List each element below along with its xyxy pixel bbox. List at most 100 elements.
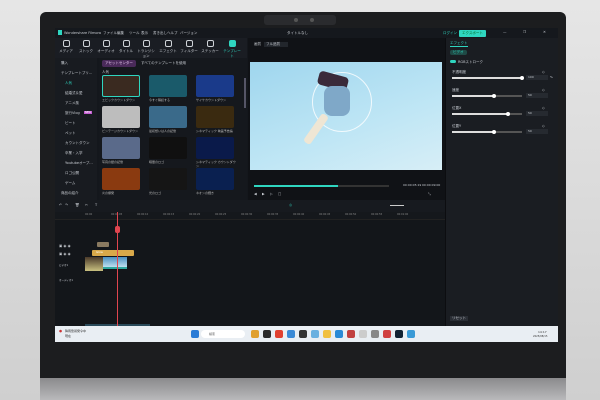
undo-icon[interactable]: ↶	[59, 203, 62, 207]
fullscreen-icon[interactable]: ⤡	[428, 192, 431, 196]
video-clip-2[interactable]	[103, 257, 127, 269]
taskbar-search[interactable]: 検索	[201, 330, 245, 338]
tab-templates[interactable]: テンプレート	[223, 40, 241, 59]
menu-version[interactable]: バージョン	[180, 31, 197, 36]
template-thumbnail[interactable]	[196, 137, 234, 159]
track-controls[interactable]: ▣ ◉ ◉	[59, 252, 71, 256]
effect-toggle[interactable]	[450, 60, 456, 63]
param-value[interactable]: 100	[526, 75, 548, 80]
menu-tools[interactable]: ツール	[129, 31, 140, 36]
param-slider[interactable]	[452, 111, 522, 116]
sidebar-item-wedding[interactable]: 結婚式＆愛	[65, 91, 83, 96]
play-icon[interactable]: ▷	[270, 192, 273, 196]
sidebar-item-youtube-opening[interactable]: Youtubeオープ…	[65, 161, 93, 166]
menu-export[interactable]: 書き出し	[153, 31, 167, 36]
delete-icon[interactable]: 🗑	[75, 203, 79, 207]
taskbar-app-icon[interactable]	[395, 330, 403, 338]
menu-help[interactable]: ヘルプ	[167, 31, 178, 36]
login-link[interactable]: ログイン	[443, 31, 457, 36]
tab-filters[interactable]: フィルター	[180, 40, 198, 54]
taskbar-app-icon[interactable]	[311, 330, 319, 338]
tab-effects[interactable]: エフェクト	[159, 40, 177, 54]
playback-scrubber[interactable]	[254, 185, 389, 187]
tab-audio[interactable]: オーディオ	[97, 40, 115, 54]
stop-icon[interactable]: □	[278, 192, 281, 196]
taskbar-app-icon[interactable]	[251, 330, 259, 338]
template-thumbnail[interactable]	[102, 106, 140, 128]
tab-effects-panel[interactable]: エフェクト	[450, 41, 468, 47]
menu-file[interactable]: ファイル	[103, 31, 117, 36]
track-controls[interactable]: ▣ ◉ ◉	[59, 244, 71, 248]
video-preview[interactable]	[250, 62, 442, 170]
playhead[interactable]	[115, 212, 120, 342]
start-icon[interactable]	[191, 330, 199, 338]
tab-stock[interactable]: ストック	[77, 40, 95, 54]
template-thumbnail[interactable]	[149, 75, 187, 97]
taskbar-app-icon[interactable]	[383, 330, 391, 338]
taskbar-app-icon[interactable]	[335, 330, 343, 338]
keyframe-icon[interactable]: ◇	[542, 106, 545, 110]
sidebar-item-template-presets[interactable]: テンプレートプリ…	[61, 71, 92, 76]
sidebar-item-purchase[interactable]: 購入	[61, 61, 68, 66]
asset-center-button[interactable]: アセットセンター	[102, 60, 136, 67]
sidebar-item-product-intro[interactable]: 商品の紹介	[61, 191, 79, 196]
keyframe-icon[interactable]: ◇	[542, 124, 545, 128]
prev-frame-icon[interactable]: ◀	[254, 192, 257, 196]
title-clip[interactable]: Glow	[92, 250, 134, 256]
sidebar-item-beat[interactable]: ビート	[65, 121, 76, 126]
template-thumbnail[interactable]	[196, 168, 234, 190]
close-icon[interactable]: ✕	[543, 30, 546, 34]
sidebar-item-logo-reveal[interactable]: ロゴ公開	[65, 171, 79, 176]
sidebar-item-game[interactable]: ゲーム	[65, 181, 75, 186]
export-button[interactable]: エクスポート	[459, 29, 486, 37]
keyframe-icon[interactable]: ◇	[542, 88, 545, 92]
tab-video[interactable]: ビデオ	[450, 50, 467, 55]
text-tool-icon[interactable]: T	[95, 203, 97, 207]
next-frame-icon[interactable]: ▶	[262, 192, 265, 196]
menu-view[interactable]: 表示	[141, 31, 148, 36]
param-value[interactable]: 50	[526, 93, 548, 98]
render-icon[interactable]: ◎	[289, 203, 292, 207]
minimize-icon[interactable]: —	[503, 30, 507, 34]
tab-titles[interactable]: タイトル	[117, 40, 135, 54]
template-thumbnail[interactable]	[149, 168, 187, 190]
taskbar-app-icon[interactable]	[323, 330, 331, 338]
param-slider[interactable]	[452, 129, 522, 134]
param-value[interactable]: 50	[526, 111, 548, 116]
template-filter[interactable]: すべてのテンプレートを使用	[141, 61, 186, 66]
taskbar-app-icon[interactable]	[287, 330, 295, 338]
sidebar-item-anime[interactable]: アニメ風	[65, 101, 79, 106]
keyframe-icon[interactable]: ◇	[542, 70, 545, 74]
reset-button[interactable]: リセット	[450, 316, 468, 321]
sidebar-item-graduation[interactable]: 卒業・入学	[65, 151, 83, 156]
template-thumbnail[interactable]	[196, 75, 234, 97]
param-slider[interactable]	[452, 75, 524, 80]
taskbar-app-icon[interactable]	[299, 330, 307, 338]
template-thumbnail[interactable]	[149, 137, 187, 159]
video-clip-1[interactable]	[85, 257, 103, 271]
scrollbar[interactable]	[244, 78, 246, 108]
sidebar-item-pet[interactable]: ペット	[65, 131, 76, 136]
template-thumbnail[interactable]	[149, 106, 187, 128]
param-slider[interactable]	[452, 93, 522, 98]
menu-edit[interactable]: 編集	[117, 31, 124, 36]
zoom-slider[interactable]	[390, 205, 404, 206]
template-thumbnail[interactable]	[102, 137, 140, 159]
sidebar-item-popular[interactable]: 人気	[65, 81, 72, 86]
weather-text[interactable]: 降雨警報発令中	[65, 329, 86, 333]
maximize-icon[interactable]: ❐	[523, 30, 526, 34]
tab-transitions[interactable]: トランジション	[137, 40, 155, 59]
template-thumbnail[interactable]	[102, 168, 140, 190]
taskbar-app-icon[interactable]	[275, 330, 283, 338]
quality-dropdown[interactable]: フル品質	[264, 42, 288, 47]
taskbar-app-icon[interactable]	[359, 330, 367, 338]
taskbar-app-icon[interactable]	[347, 330, 355, 338]
taskbar-app-icon[interactable]	[263, 330, 271, 338]
sidebar-item-countdown[interactable]: カウントダウン	[65, 141, 90, 146]
taskbar-app-icon[interactable]	[407, 330, 415, 338]
param-value[interactable]: 50	[526, 129, 548, 134]
sidebar-item-travel-vlog[interactable]: 旅行Vlog	[65, 111, 80, 116]
sticker-clip[interactable]	[97, 242, 109, 247]
taskbar-app-icon[interactable]	[371, 330, 379, 338]
tab-media[interactable]: メディア	[57, 40, 75, 54]
